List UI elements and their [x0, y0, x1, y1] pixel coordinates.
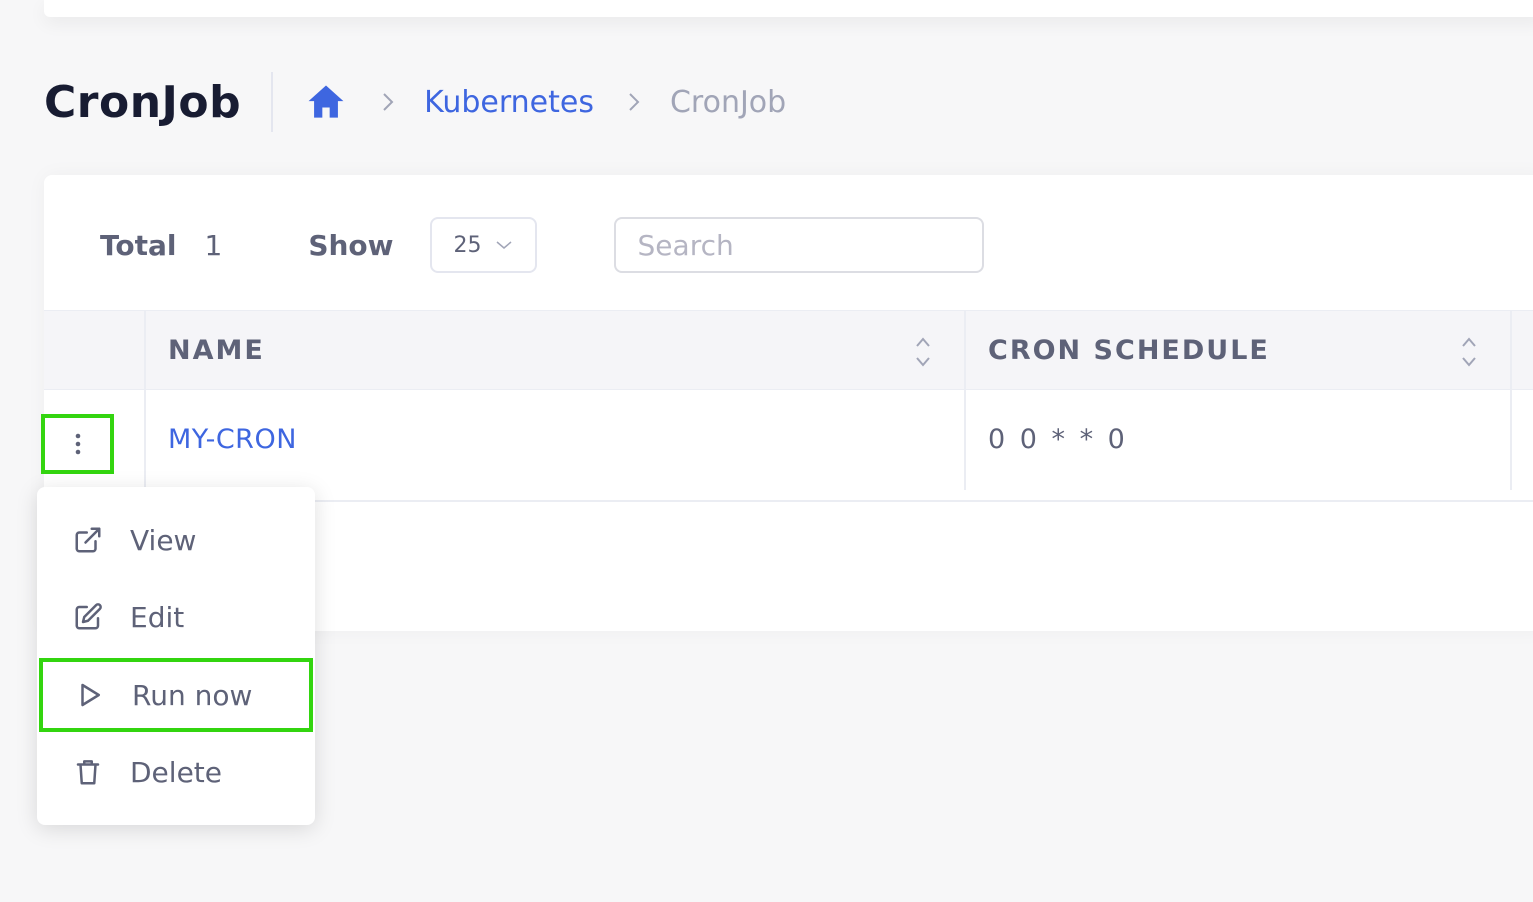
chevron-right-icon	[628, 92, 640, 112]
menu-item-edit[interactable]: Edit	[37, 580, 315, 654]
home-icon[interactable]	[304, 80, 348, 124]
breadcrumb-current: CronJob	[669, 84, 787, 120]
edit-icon	[73, 602, 103, 632]
page-size-select[interactable]: 25	[429, 217, 537, 273]
column-divider	[964, 311, 966, 389]
show-label: Show	[308, 228, 394, 262]
column-divider	[144, 311, 146, 389]
sort-icon[interactable]	[1459, 335, 1479, 369]
play-icon	[75, 680, 105, 710]
top-bar	[44, 0, 1533, 17]
cron-schedule-cell: 0 0 * * 0	[988, 424, 1128, 455]
menu-item-label: Run now	[132, 678, 253, 712]
search-input[interactable]	[613, 217, 984, 273]
menu-item-label: Edit	[130, 600, 185, 634]
column-header-cron-schedule-label: CRON SCHEDULE	[988, 334, 1270, 366]
column-divider	[144, 390, 146, 490]
chevron-down-icon	[496, 240, 512, 250]
breadcrumb: Kubernetes CronJob	[304, 80, 786, 124]
total-label: Total	[100, 228, 177, 262]
cronjob-name-link[interactable]: MY-CRON	[168, 424, 297, 455]
column-header-name[interactable]: NAME	[168, 311, 265, 389]
total-count: 1	[204, 228, 223, 262]
column-header-name-label: NAME	[168, 334, 265, 366]
header-divider	[271, 72, 274, 132]
trash-icon	[73, 757, 103, 787]
column-header-cron-schedule[interactable]: CRON SCHEDULE	[988, 311, 1270, 389]
chevron-right-icon	[382, 92, 394, 112]
column-divider	[964, 390, 966, 490]
column-divider	[1510, 390, 1512, 490]
sort-icon[interactable]	[913, 335, 933, 369]
table-header: NAME CRON SCHEDULE	[44, 310, 1533, 390]
page-title: CronJob	[44, 76, 242, 128]
page-size-value: 25	[453, 232, 482, 258]
row-actions-button[interactable]	[41, 414, 114, 474]
menu-item-delete[interactable]: Delete	[37, 735, 315, 809]
table-toolbar: Total 1 Show 25	[100, 217, 984, 273]
breadcrumb-link-kubernetes[interactable]: Kubernetes	[424, 85, 594, 120]
menu-item-label: Delete	[130, 755, 222, 789]
row-actions-menu: View Edit Run now Delete	[37, 487, 315, 825]
menu-item-label: View	[130, 523, 197, 557]
menu-item-view[interactable]: View	[37, 503, 315, 577]
page-header: CronJob Kubernetes CronJob	[44, 70, 786, 134]
table-row: MY-CRON 0 0 * * 0	[41, 390, 1533, 502]
more-vertical-icon	[75, 433, 81, 455]
external-link-icon	[73, 525, 103, 555]
column-divider	[1510, 311, 1512, 389]
menu-item-run-now[interactable]: Run now	[39, 658, 313, 732]
